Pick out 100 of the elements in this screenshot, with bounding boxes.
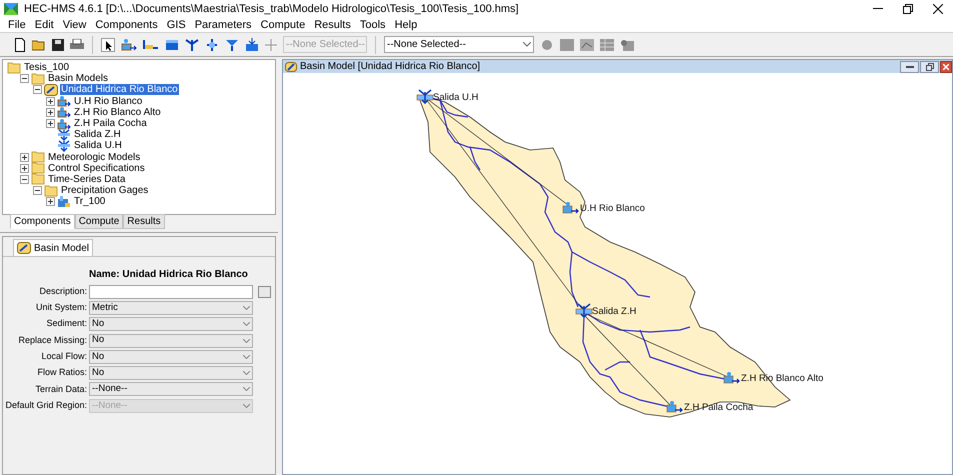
minimize-button[interactable]: [900, 60, 919, 72]
restore-button[interactable]: [920, 60, 939, 72]
field-label: Terrain Data:: [34, 382, 88, 396]
field-label: Sediment:: [45, 317, 88, 330]
basin-icon: [44, 84, 58, 96]
field-label: Default Grid Region:: [4, 398, 88, 412]
tree-item[interactable]: Basin Models: [47, 73, 110, 84]
tree-item[interactable]: Meteorologic Models: [47, 152, 142, 163]
menu-item[interactable]: GIS: [166, 16, 186, 34]
graph-icon[interactable]: [580, 38, 594, 50]
expand-icon[interactable]: [46, 96, 55, 106]
subbasin-icon[interactable]: [562, 202, 579, 214]
internal-window-title: Basin Model [Unidad Hidrica Rio Blanco]: [300, 60, 480, 74]
tree-item[interactable]: Precipitation Gages: [60, 185, 150, 196]
collapse-icon[interactable]: [33, 186, 42, 196]
junction-icon[interactable]: [416, 89, 434, 104]
node-label: Salida U.H: [433, 92, 478, 103]
expand-icon[interactable]: [46, 108, 55, 117]
field-label: Unit System:: [34, 301, 88, 314]
menu-item[interactable]: Results: [314, 16, 351, 34]
subbasin-tool-icon[interactable]: [121, 38, 137, 52]
dropdown[interactable]: No: [89, 334, 253, 348]
menu-item[interactable]: Components: [95, 16, 158, 34]
tree-item[interactable]: Unidad Hidrica Rio Blanco: [60, 84, 179, 96]
menu-item[interactable]: File: [8, 16, 26, 34]
subbasin-icon: [57, 106, 71, 118]
reach-tool-icon[interactable]: [143, 38, 159, 52]
collapse-icon[interactable]: [20, 174, 29, 184]
time-series-icon[interactable]: [620, 38, 634, 50]
folder-icon: [31, 173, 45, 186]
expand-icon[interactable]: [20, 152, 29, 162]
close-button[interactable]: [940, 60, 952, 72]
field-label: Flow Ratios:: [36, 366, 88, 380]
menu-item[interactable]: Edit: [34, 16, 54, 34]
source-tool-icon[interactable]: [225, 38, 239, 52]
node-label: Salida Z.H: [592, 306, 636, 317]
tree-item[interactable]: Z.H Paila Cocha: [73, 118, 148, 130]
chevron-down-icon: [243, 387, 250, 392]
sink-tool-icon[interactable]: [245, 38, 259, 52]
junction-icon: [57, 128, 71, 141]
tree-item[interactable]: Tesis_100: [23, 62, 70, 74]
diversion-tool-icon[interactable]: [205, 38, 219, 52]
dropdown[interactable]: No: [89, 350, 253, 364]
reservoir-tool-icon[interactable]: [165, 38, 179, 52]
restore-icon: [926, 62, 934, 70]
subbasin-icon[interactable]: [724, 372, 740, 384]
folder-icon: [44, 184, 58, 197]
subbasin-icon: [57, 118, 71, 130]
window-title: HEC-HMS 4.6.1 [D:\...\Documents\Maestria\Tesis_trab\Modelo Hidrologico\Tesis_100\Tesis_100.hms]: [24, 2, 519, 17]
menu-item[interactable]: Help: [394, 16, 418, 34]
printer-icon[interactable]: [70, 38, 84, 50]
dropdown[interactable]: No: [89, 317, 253, 332]
expand-icon[interactable]: [20, 164, 29, 173]
chevron-down-icon: [243, 404, 250, 408]
tree-item[interactable]: Salida Z.H: [73, 129, 122, 140]
tree-item[interactable]: U.H Rio Blanco: [73, 96, 144, 107]
field-label: Local Flow:: [40, 350, 88, 364]
chevron-down-icon: [243, 322, 250, 326]
expand-icon[interactable]: [46, 197, 55, 206]
chevron-down-icon: [523, 42, 531, 47]
folder-icon: [31, 151, 45, 164]
tree-item[interactable]: Tr_100: [73, 196, 106, 208]
dropdown[interactable]: --None--: [89, 382, 253, 396]
pointer-icon[interactable]: [101, 38, 115, 52]
text-editor-icon[interactable]: [258, 286, 271, 298]
tree-item[interactable]: Salida U.H: [73, 140, 123, 152]
properties-tab[interactable]: Basin Model: [13, 239, 94, 256]
junction-tool-icon[interactable]: [185, 38, 199, 52]
explorer-tab[interactable]: Components: [10, 214, 75, 229]
tree-item[interactable]: Time-Series Data: [47, 174, 126, 185]
menu-item[interactable]: Parameters: [194, 16, 252, 34]
tree-item[interactable]: Control Specifications: [47, 162, 146, 174]
description-field[interactable]: [89, 284, 253, 299]
close-icon: [943, 64, 949, 70]
dropdown[interactable]: Metric: [89, 300, 253, 315]
subbasin-icon[interactable]: [666, 401, 683, 413]
expand-icon[interactable]: [46, 119, 55, 128]
dropdown[interactable]: --None Selected--: [384, 36, 534, 53]
collapse-icon[interactable]: [20, 74, 29, 84]
junction-icon[interactable]: [576, 303, 592, 318]
open-folder-icon[interactable]: [32, 38, 46, 50]
tree-item[interactable]: Z.H Rio Blanco Alto: [73, 106, 162, 118]
basin-icon: [285, 62, 297, 72]
field-label: Replace Missing:: [17, 334, 88, 347]
chevron-down-icon: [243, 371, 250, 376]
field-label: Description:: [38, 284, 88, 298]
explorer-tab[interactable]: Results: [123, 214, 165, 229]
save-icon[interactable]: [52, 38, 64, 50]
explorer-tab[interactable]: Compute: [74, 214, 124, 229]
dropdown[interactable]: No: [89, 366, 253, 380]
node-label: Z.H Paila Cocha: [684, 402, 754, 413]
folder-icon: [31, 72, 45, 85]
menu-item[interactable]: Compute: [260, 16, 306, 34]
menu-item[interactable]: View: [62, 16, 86, 34]
new-file-icon[interactable]: [14, 38, 26, 52]
collapse-icon[interactable]: [33, 85, 42, 94]
chevron-down-icon: [243, 306, 250, 310]
chevron-down-icon: [243, 338, 250, 343]
app-icon: [4, 3, 18, 15]
menu-item[interactable]: Tools: [360, 16, 386, 34]
